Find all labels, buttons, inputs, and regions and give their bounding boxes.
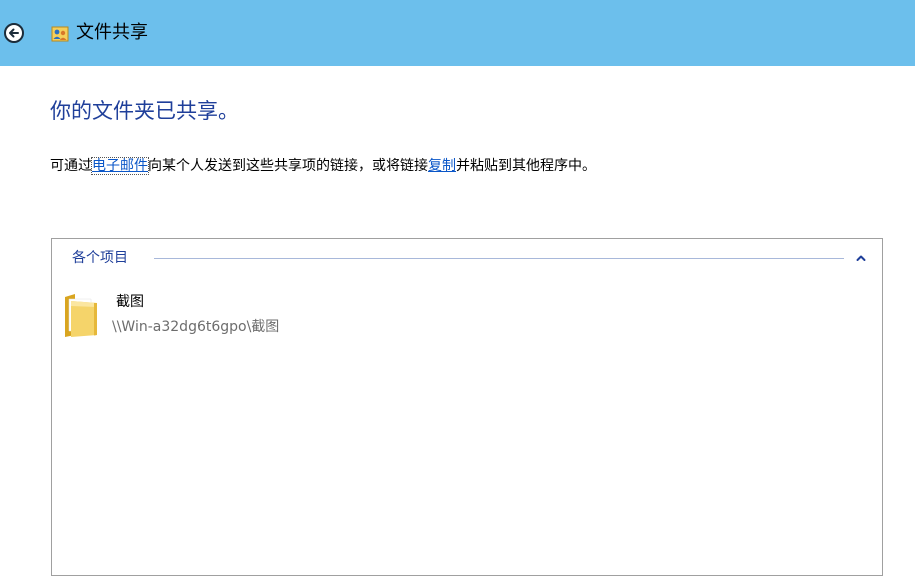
description-prefix: 可通过 [50,158,92,174]
items-group-label: 各个项目 [72,248,136,268]
title-bar: 文件共享 [0,0,915,66]
items-group-header[interactable]: 各个项目 [72,248,877,268]
back-button[interactable] [4,23,24,43]
email-link[interactable]: 电子邮件 [91,157,149,175]
file-sharing-icon [51,26,69,42]
shared-items-panel: 各个项目 截图 \\Win-a32dg6t6gpo\截图 [51,238,883,576]
shared-item-path: \\Win-a32dg6t6gpo\截图 [112,319,280,335]
description-middle: 向某个人发送到这些共享项的链接，或将链接 [148,158,428,174]
shared-item[interactable]: 截图 \\Win-a32dg6t6gpo\截图 [61,288,461,344]
back-arrow-icon [9,28,19,38]
folder-icon [65,294,97,337]
page-heading: 你的文件夹已共享。 [50,99,239,123]
copy-link[interactable]: 复制 [428,158,456,174]
group-divider [154,258,844,259]
window-title: 文件共享 [76,22,148,43]
description-suffix: 并粘贴到其他程序中。 [456,158,596,174]
share-description: 可通过电子邮件向某个人发送到这些共享项的链接，或将链接复制并粘贴到其他程序中。 [50,155,596,177]
chevron-up-icon[interactable] [855,252,867,264]
shared-item-name: 截图 [116,294,144,310]
